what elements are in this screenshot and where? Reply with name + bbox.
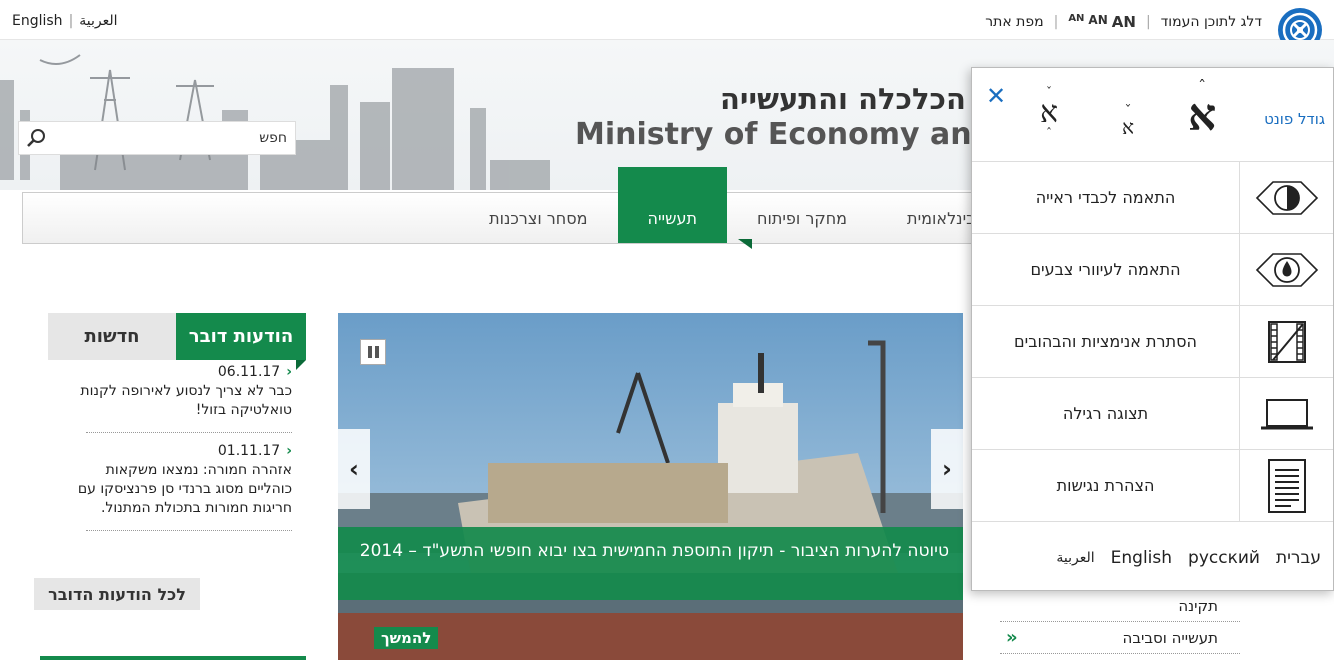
option-label: התאמה לעיוורי צבעים: [1030, 260, 1181, 279]
top-utility-links: דלג לתוכן העמוד | AN AN AN | מפת אתר: [985, 13, 1262, 31]
option-label: הסתרת אנימציות והבהובים: [1014, 332, 1197, 351]
page: English | العربية דלג לתוכן העמוד | AN A…: [0, 0, 1334, 660]
separator: |: [1145, 14, 1151, 30]
language-links: English | العربية: [12, 13, 118, 29]
sitemap-link[interactable]: מפת אתר: [985, 14, 1043, 30]
lang-english-link[interactable]: English: [1111, 548, 1172, 568]
read-more-button[interactable]: להמשך: [374, 627, 439, 649]
separator: |: [68, 13, 74, 29]
document-icon: [1239, 449, 1333, 522]
font-size-large[interactable]: AN: [1112, 13, 1136, 31]
close-icon[interactable]: ✕: [986, 82, 1006, 110]
green-accent-bar: [40, 656, 306, 660]
news-text: אזהרה חמורה: נמצאו משקאות כוהליים מסוג ב…: [77, 462, 292, 516]
font-size-medium[interactable]: AN: [1088, 13, 1107, 31]
contrast-icon: [1239, 161, 1333, 234]
accessibility-panel: ✕ ˇ א ˆ ˇ א ˆ א גודל פונט התאמה לכבדי רא…: [971, 67, 1334, 591]
tab-news[interactable]: חדשות: [48, 313, 176, 360]
side-menu-item[interactable]: תעשייה וסביבה «: [1000, 622, 1240, 654]
side-menu-label: תקינה: [1178, 596, 1218, 615]
divider: [86, 530, 292, 531]
eye-drop-icon: [1239, 233, 1333, 306]
lang-russian-link[interactable]: русский: [1188, 548, 1260, 568]
search-box: [18, 121, 296, 155]
news-item[interactable]: 01.11.17 אזהרה חמורה: נמצאו משקאות כוהלי…: [48, 439, 306, 524]
laptop-icon: [1239, 377, 1333, 450]
nav-label: מסחר וצרכנות: [489, 208, 588, 228]
option-label: הצהרת נגישות: [1056, 476, 1155, 495]
cargo-ship-image: [338, 313, 963, 660]
news-date: 01.11.17: [60, 442, 292, 461]
news-tabs: הודעות דובר חדשות: [48, 313, 306, 370]
option-label: התאמה לכבדי ראייה: [1035, 188, 1176, 207]
carousel-next-button[interactable]: ›: [931, 429, 963, 509]
lang-arabic-link[interactable]: العربية: [79, 13, 117, 29]
nav-industry[interactable]: תעשייה: [617, 167, 753, 249]
font-size-label: גודל פונט: [1264, 110, 1325, 128]
lang-english-link[interactable]: English: [12, 13, 63, 29]
all-press-releases-button[interactable]: לכל הודעות הדובר: [34, 578, 200, 610]
font-decrease-button[interactable]: ˇ א: [1122, 104, 1134, 138]
side-menu-item[interactable]: תקינה: [1000, 590, 1240, 622]
option-accessibility-statement[interactable]: הצהרת נגישות: [972, 449, 1333, 522]
font-increase-button[interactable]: ˆ א: [1188, 79, 1216, 138]
double-chevron-icon: «: [1006, 627, 1018, 648]
industrial-skyline-image: [0, 54, 550, 190]
news-text: כבר לא צריך לנסוע לאירופה לקנות טואלטיקה…: [80, 383, 292, 418]
nav-label: תעשייה: [647, 208, 697, 228]
side-menu-list: תקינה תעשייה וסביבה «: [1000, 590, 1240, 654]
ministry-name-english: Ministry of Economy and In: [575, 117, 1037, 152]
top-bar: English | العربية דלג לתוכן העמוד | AN A…: [0, 0, 1334, 52]
option-low-vision[interactable]: התאמה לכבדי ראייה: [972, 161, 1333, 234]
skip-to-content-link[interactable]: דלג לתוכן העמוד: [1161, 14, 1262, 30]
news-item[interactable]: 06.11.17 כבר לא צריך לנסוע לאירופה לקנות…: [48, 360, 306, 426]
separator: |: [1053, 14, 1059, 30]
main-navigation: ת בינלאומית מחקר ופיתוח תעשייה מסחר וצרכ…: [22, 167, 1022, 249]
nav-trade-consumerism[interactable]: מסחר וצרכנות: [459, 193, 617, 243]
lang-arabic-link[interactable]: العربية: [1056, 550, 1094, 566]
side-menu-label: תעשייה וסביבה: [1122, 628, 1218, 647]
font-size-switcher: AN AN AN: [1068, 13, 1136, 31]
news-date: 06.11.17: [60, 363, 292, 382]
option-hide-animations[interactable]: הסתרת אנימציות והבהובים: [972, 305, 1333, 378]
nav-label: מחקר ופיתוח: [757, 208, 848, 228]
option-label: תצוגה רגילה: [1062, 404, 1149, 423]
film-strike-icon: [1239, 305, 1333, 378]
ministry-name-hebrew: הכלכלה והתעשייה: [720, 82, 966, 116]
tab-press-releases[interactable]: הודעות דובר: [176, 313, 306, 370]
panel-language-switcher: עברית русский English العربية: [972, 522, 1333, 594]
hero-carousel: ‹ › טיוטה להערות הציבור - תיקון התוספת ה…: [338, 313, 963, 660]
search-input[interactable]: [55, 122, 295, 154]
font-size-small[interactable]: AN: [1068, 13, 1084, 31]
search-icon[interactable]: [19, 122, 55, 154]
font-reset-button[interactable]: ˇ א ˆ: [1040, 86, 1058, 139]
divider: [86, 432, 292, 433]
nav-research-development[interactable]: מחקר ופיתוח: [727, 193, 877, 243]
font-size-controls: ✕ ˇ א ˆ ˇ א ˆ א גודל פונט: [972, 68, 1333, 162]
carousel-prev-button[interactable]: ‹: [338, 429, 370, 509]
option-color-blind[interactable]: התאמה לעיוורי צבעים: [972, 233, 1333, 306]
lang-hebrew-link[interactable]: עברית: [1276, 548, 1321, 568]
carousel-caption[interactable]: טיוטה להערות הציבור - תיקון התוספת החמיש…: [338, 527, 963, 600]
pause-button[interactable]: [360, 339, 386, 365]
option-normal-view[interactable]: תצוגה רגילה: [972, 377, 1333, 450]
